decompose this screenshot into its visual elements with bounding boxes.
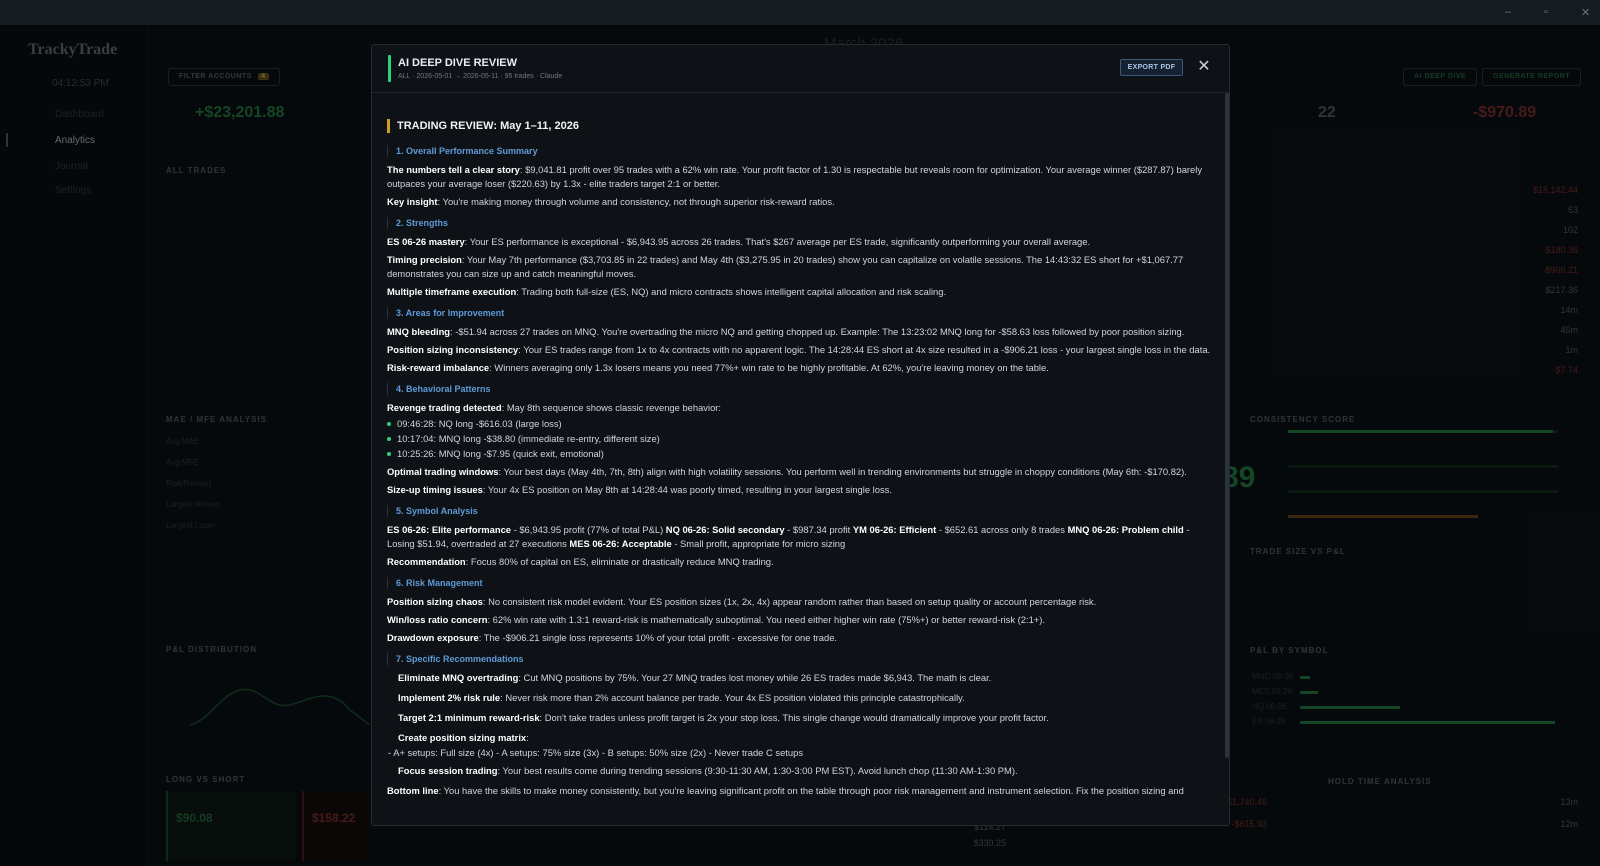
paragraph: Timing precision: Your May 7th performan… (387, 254, 1184, 279)
minimize-icon[interactable]: – (1505, 6, 1511, 18)
paragraph: Win/loss ratio concern: 62% win rate wit… (387, 614, 1046, 625)
paragraph: The numbers tell a clear story: $9,041.8… (387, 164, 1203, 189)
report-title: TRADING REVIEW: May 1–11, 2026 (387, 119, 1217, 133)
modal-subtitle: ALL · 2026-05-01 → 2026-05-11 · 95 trade… (398, 73, 563, 80)
paragraph: Drawdown exposure: The -$906.21 single l… (387, 632, 838, 643)
paragraph: - A+ setups: Full size (4x) - A setups: … (388, 747, 804, 758)
recommendation-item: Target 2:1 minimum reward-risk: Don't ta… (398, 712, 1049, 723)
bullet-icon (387, 437, 391, 441)
paragraph: Recommendation: Focus 80% of capital on … (387, 556, 774, 567)
paragraph: Risk-reward imbalance: Winners averaging… (387, 362, 1049, 373)
paragraph: ES 06-26 mastery: Your ES performance is… (387, 236, 1091, 247)
modal-header: AI DEEP DIVE REVIEW ALL · 2026-05-01 → 2… (372, 45, 1229, 93)
window-titlebar: – ▫ ✕ (0, 0, 1600, 25)
section-heading: 1. Overall Performance Summary (387, 145, 1217, 157)
paragraph: Position sizing inconsistency: Your ES t… (387, 344, 1211, 355)
recommendation-item: Eliminate MNQ overtrading: Cut MNQ posit… (398, 672, 992, 683)
ai-deep-dive-modal: AI DEEP DIVE REVIEW ALL · 2026-05-01 → 2… (371, 44, 1230, 826)
list-item: 10:17:04: MNQ long -$38.80 (immediate re… (387, 431, 1217, 446)
paragraph: Revenge trading detected: May 8th sequen… (387, 402, 722, 413)
close-icon[interactable]: ✕ (1194, 57, 1214, 77)
recommendation-item: Focus session trading: Your best results… (398, 765, 1018, 776)
list-item: 10:25:26: MNQ long -$7.95 (quick exit, e… (387, 446, 1217, 461)
modal-title: AI DEEP DIVE REVIEW (398, 57, 517, 69)
bullet-icon (387, 452, 391, 456)
bottom-line: Bottom line: You have the skills to make… (387, 785, 1184, 796)
paragraph: Multiple timeframe execution: Trading bo… (387, 286, 947, 297)
recommendation-item: Create position sizing matrix: (398, 732, 529, 743)
list-item: 09:46:28: NQ long -$616.03 (large loss) (387, 416, 1217, 431)
section-heading: 3. Areas for Improvement (387, 307, 1217, 319)
export-pdf-button[interactable]: EXPORT PDF (1120, 59, 1183, 76)
recommendation-item: Implement 2% risk rule: Never risk more … (398, 692, 965, 703)
bullet-icon (387, 422, 391, 426)
scrollbar[interactable] (1225, 93, 1229, 758)
paragraph: Position sizing chaos: No consistent ris… (387, 596, 1097, 607)
paragraph: Optimal trading windows: Your best days … (387, 466, 1187, 477)
paragraph: ES 06-26: Elite performance - $6,943.95 … (387, 524, 1190, 549)
section-heading: 5. Symbol Analysis (387, 505, 1217, 517)
section-heading: 4. Behavioral Patterns (387, 383, 1217, 395)
maximize-icon[interactable]: ▫ (1544, 6, 1548, 18)
window-close-icon[interactable]: ✕ (1581, 6, 1590, 19)
section-heading: 7. Specific Recommendations (387, 653, 1217, 665)
paragraph: Key insight: You're making money through… (387, 196, 835, 207)
header-accent-bar (388, 55, 391, 82)
section-heading: 6. Risk Management (387, 577, 1217, 589)
section-heading: 2. Strengths (387, 217, 1217, 229)
paragraph: Size-up timing issues: Your 4x ES positi… (387, 484, 892, 495)
report-content: TRADING REVIEW: May 1–11, 2026 1. Overal… (387, 103, 1217, 825)
paragraph: MNQ bleeding: -$51.94 across 27 trades o… (387, 326, 1185, 337)
